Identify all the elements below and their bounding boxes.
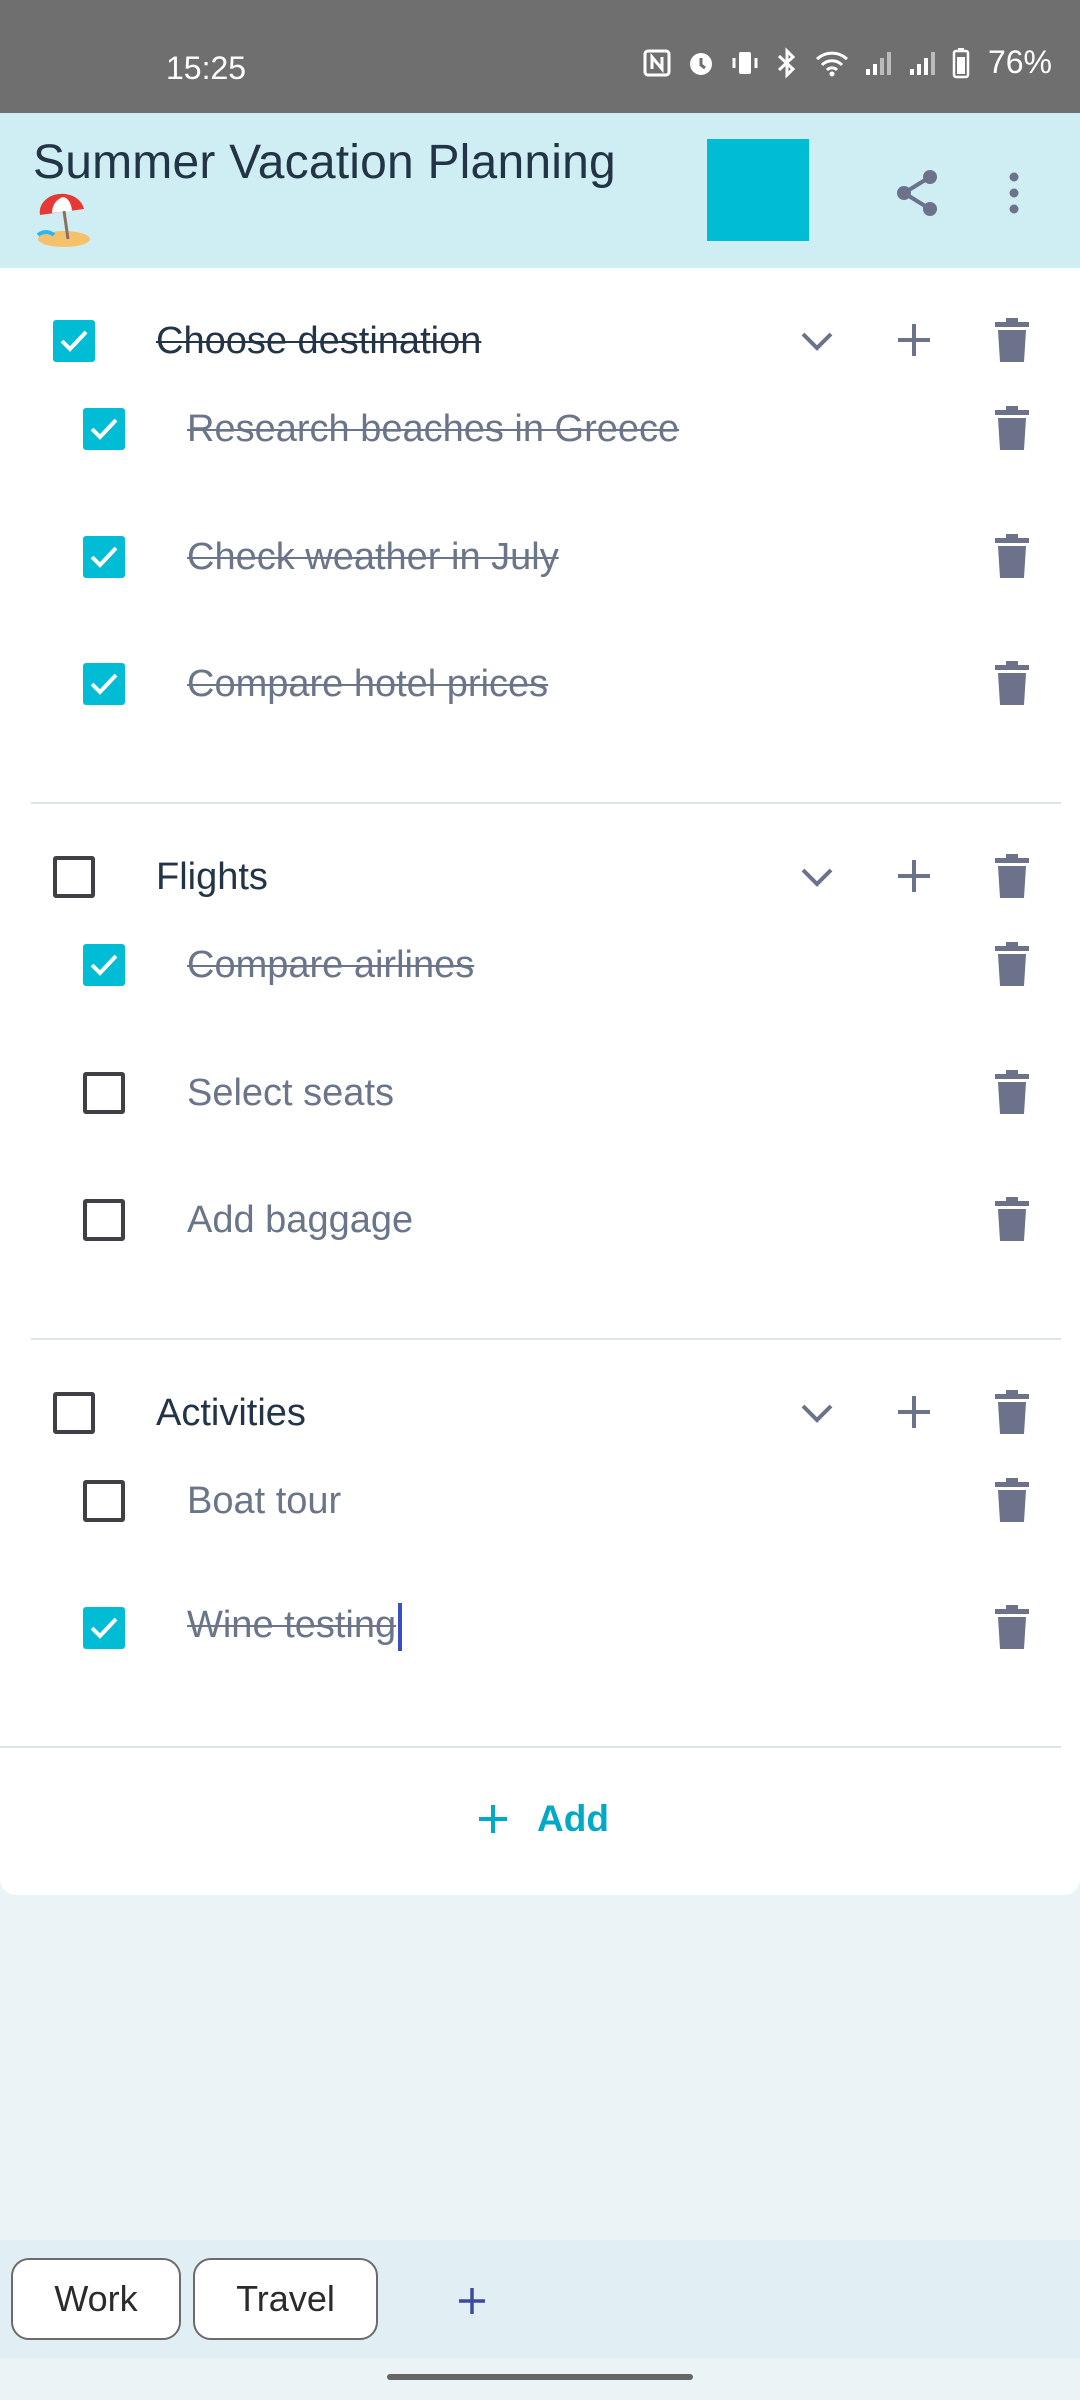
status-time: 15:25 <box>166 50 247 86</box>
subitem-row: Compare hotel prices <box>0 613 1080 733</box>
signal-icon <box>864 49 894 77</box>
subitem-row: Check weather in July <box>0 486 1080 606</box>
subitem-label[interactable]: Compare hotel prices <box>187 663 548 706</box>
list-tabs-bar: Work Travel <box>0 2240 1080 2358</box>
subitem-checkbox[interactable] <box>83 663 125 705</box>
home-indicator[interactable] <box>387 2374 693 2380</box>
subitem-label[interactable]: Select seats <box>187 1072 394 1115</box>
add-button-label: Add <box>537 1798 609 1839</box>
checklist-card: Choose destination Research beaches in G… <box>0 268 1080 1895</box>
plus-icon <box>476 1802 510 1841</box>
group-label[interactable]: Activities <box>156 1392 306 1435</box>
delete-icon[interactable] <box>994 534 1030 583</box>
group-checkbox[interactable] <box>53 856 95 898</box>
subitem-label[interactable]: Wine testing <box>187 1604 396 1646</box>
subitem-checkbox[interactable] <box>83 944 125 986</box>
delete-icon[interactable] <box>994 1197 1030 1246</box>
wifi-icon <box>814 48 850 78</box>
group-label[interactable]: Flights <box>156 856 268 899</box>
subitem-label-editing[interactable]: Wine testing <box>187 1603 403 1651</box>
subitem-checkbox[interactable] <box>83 536 125 578</box>
subitem-row: Research beaches in Greece <box>0 358 1080 478</box>
delete-icon[interactable] <box>994 1605 1030 1654</box>
list-color-swatch[interactable] <box>707 139 809 241</box>
app-bar: Summer Vacation Planning <box>0 113 1080 270</box>
subitem-row: Boat tour <box>0 1430 1080 1550</box>
delete-icon[interactable] <box>994 1478 1030 1527</box>
status-bar: 15:25 76% <box>0 0 1080 113</box>
subitem-row: Add baggage <box>0 1149 1080 1269</box>
delete-icon[interactable] <box>994 942 1030 991</box>
tab-travel[interactable]: Travel <box>193 2258 378 2340</box>
add-group-button[interactable]: Add <box>0 1748 1080 1888</box>
share-icon[interactable] <box>890 165 946 226</box>
group-checkbox[interactable] <box>53 1392 95 1434</box>
subitem-checkbox[interactable] <box>83 1199 125 1241</box>
subitem-checkbox[interactable] <box>83 408 125 450</box>
list-title[interactable]: Summer Vacation Planning <box>33 135 616 190</box>
subitem-checkbox[interactable] <box>83 1480 125 1522</box>
subitem-row: Compare airlines <box>0 894 1080 1014</box>
status-icons: 76% <box>642 44 1052 81</box>
subitem-checkbox[interactable] <box>83 1607 125 1649</box>
add-tab-icon[interactable] <box>455 2284 489 2323</box>
bluetooth-icon <box>774 46 800 79</box>
vibrate-icon <box>730 48 760 78</box>
delete-icon[interactable] <box>994 406 1030 455</box>
subitem-row: Wine testing <box>0 1557 1080 1677</box>
nfc-icon <box>642 48 672 78</box>
text-cursor <box>398 1603 403 1651</box>
battery-percent: 76% <box>987 44 1052 80</box>
delete-icon[interactable] <box>994 1070 1030 1119</box>
subitem-label[interactable]: Add baggage <box>187 1199 413 1242</box>
subitem-label[interactable]: Check weather in July <box>187 536 559 579</box>
subitem-row: Select seats <box>0 1022 1080 1142</box>
subitem-label[interactable]: Research beaches in Greece <box>187 408 679 451</box>
battery-icon <box>952 47 970 79</box>
alarm-icon <box>686 48 716 78</box>
group-checkbox[interactable] <box>53 320 95 362</box>
more-vert-icon[interactable] <box>1000 165 1028 226</box>
delete-icon[interactable] <box>994 661 1030 710</box>
tab-work[interactable]: Work <box>11 2258 181 2340</box>
subitem-checkbox[interactable] <box>83 1072 125 1114</box>
signal-icon <box>908 49 938 77</box>
beach-umbrella-icon <box>34 191 94 254</box>
subitem-label[interactable]: Compare airlines <box>187 944 474 987</box>
subitem-label[interactable]: Boat tour <box>187 1480 341 1523</box>
group-label[interactable]: Choose destination <box>156 320 481 363</box>
